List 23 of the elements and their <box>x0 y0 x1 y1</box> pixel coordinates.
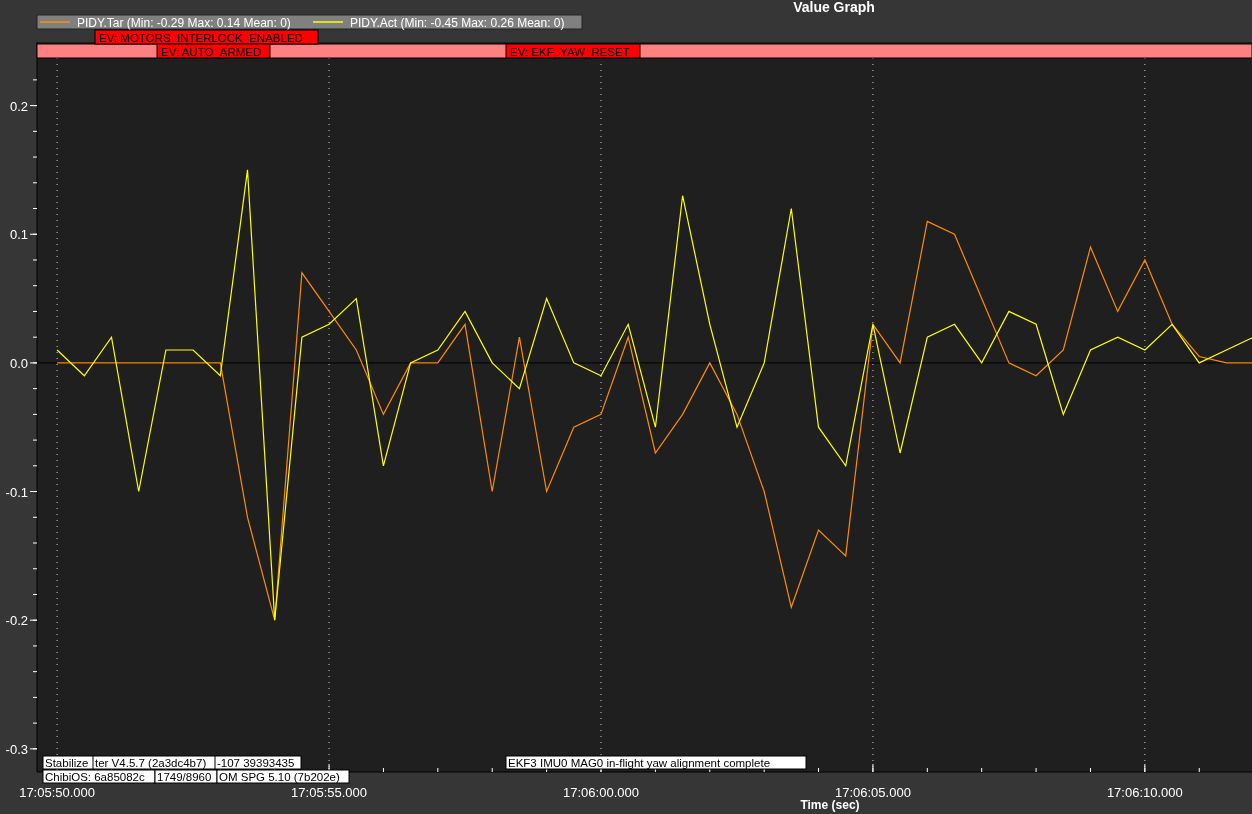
log-message: 1749/8960 <box>154 769 218 784</box>
event-label: EV: MOTORS_INTERLOCK_ENABLED <box>94 29 319 45</box>
log-message: OM SPG 5.10 (7b202e) <box>216 769 350 784</box>
x-tick-label: 17:05:55.000 <box>291 785 367 800</box>
x-tick-label: 17:06:05.000 <box>834 785 911 800</box>
y-tick-label: 0.0 <box>9 355 28 371</box>
legend-label: PIDY.Tar (Min: -0.29 Max: 0.14 Mean: 0) <box>77 15 291 30</box>
event-label: EV: AUTO_ARMED <box>156 43 271 59</box>
x-tick-label: 17:05:50.000 <box>19 785 96 800</box>
x-tick-label: 17:06:10.000 <box>1106 785 1183 800</box>
axis-title: Time (sec) <box>800 798 860 812</box>
y-tick-label: -0.3 <box>5 741 28 757</box>
y-tick-label: -0.1 <box>5 484 28 500</box>
legend-label: PIDY.Act (Min: -0.45 Max: 0.26 Mean: 0) <box>350 15 565 30</box>
y-tick-label: 0.2 <box>9 98 28 114</box>
y-tick-label: 0.1 <box>9 227 28 243</box>
x-tick-label: 17:06:00.000 <box>563 785 639 800</box>
event-label: EV: EKF_YAW_RESET <box>505 43 641 59</box>
log-message: ChibiOS: 6a85082c <box>42 769 156 784</box>
y-tick-label: -0.2 <box>5 613 28 629</box>
chart-title: Value Graph <box>793 0 875 15</box>
log-message: EKF3 IMU0 MAG0 in-flight yaw alignment complete <box>505 755 807 770</box>
log-message: -107 39393435 <box>214 755 302 770</box>
